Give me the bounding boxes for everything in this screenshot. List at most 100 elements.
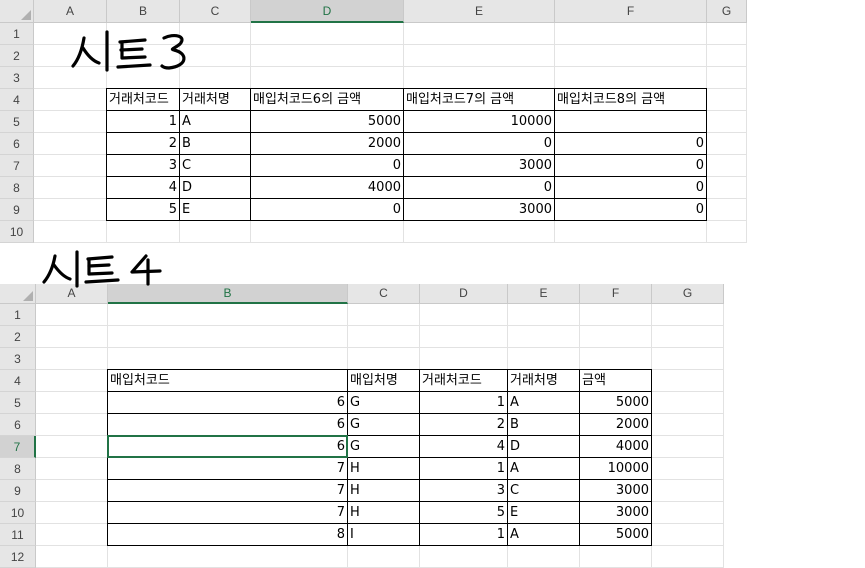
sheet3-row-header-5[interactable]: 5 bbox=[0, 111, 34, 133]
sheet4-header-cell[interactable]: 거래처코드 bbox=[419, 369, 508, 392]
sheet3-header-cell[interactable]: 매입처코드8의 금액 bbox=[554, 88, 707, 111]
sheet3-data-cell[interactable]: 5000 bbox=[250, 110, 404, 133]
sheet3-col-header-a[interactable]: A bbox=[34, 0, 107, 23]
sheet3-header-cell[interactable]: 매입처코드6의 금액 bbox=[250, 88, 404, 111]
sheet4-data-cell[interactable]: H bbox=[347, 457, 420, 480]
sheet4-data-cell[interactable]: 5000 bbox=[579, 523, 652, 546]
sheet4-gridcell[interactable] bbox=[508, 546, 580, 568]
sheet4-gridcell[interactable] bbox=[652, 502, 724, 524]
sheet4-gridcell[interactable] bbox=[36, 524, 108, 546]
sheet4-gridcell[interactable] bbox=[508, 304, 580, 326]
sheet3-data-cell[interactable]: 0 bbox=[554, 198, 707, 221]
sheet3-gridcell[interactable] bbox=[707, 177, 747, 199]
sheet4-row-header-7[interactable]: 7 bbox=[0, 436, 36, 458]
sheet4-gridcell[interactable] bbox=[420, 326, 508, 348]
sheet3-data-cell[interactable]: 3000 bbox=[403, 154, 555, 177]
sheet4-gridcell[interactable] bbox=[348, 304, 420, 326]
sheet3-data-cell[interactable]: 0 bbox=[250, 154, 404, 177]
sheet4-header-cell[interactable]: 매입처코드 bbox=[107, 369, 348, 392]
sheet4-data-cell[interactable]: 6 bbox=[107, 413, 348, 436]
sheet4-data-cell[interactable]: 1 bbox=[419, 391, 508, 414]
sheet3-data-cell[interactable]: B bbox=[179, 132, 251, 155]
sheet3-row-header-9[interactable]: 9 bbox=[0, 199, 34, 221]
sheet3-col-header-e[interactable]: E bbox=[404, 0, 555, 23]
sheet3-gridcell[interactable] bbox=[180, 221, 251, 243]
sheet4-col-header-e[interactable]: E bbox=[508, 284, 580, 304]
sheet4-data-cell[interactable]: D bbox=[507, 435, 580, 458]
sheet4-header-cell[interactable]: 매입처명 bbox=[347, 369, 420, 392]
sheet4-gridcell[interactable] bbox=[580, 304, 652, 326]
sheet4-row-header-11[interactable]: 11 bbox=[0, 524, 36, 546]
sheet3-header-cell[interactable]: 거래처명 bbox=[179, 88, 251, 111]
sheet3-gridcell[interactable] bbox=[404, 67, 555, 89]
sheet4-data-cell[interactable]: C bbox=[507, 479, 580, 502]
sheet3-gridcell[interactable] bbox=[707, 221, 747, 243]
sheet3-gridcell[interactable] bbox=[34, 177, 107, 199]
sheet4-gridcell[interactable] bbox=[652, 326, 724, 348]
sheet3-gridcell[interactable] bbox=[34, 221, 107, 243]
sheet3-gridcell[interactable] bbox=[707, 45, 747, 67]
sheet3-gridcell[interactable] bbox=[404, 23, 555, 45]
sheet4-data-cell[interactable]: G bbox=[347, 413, 420, 436]
sheet4-selected-cell[interactable]: 6 bbox=[107, 435, 348, 458]
sheet4-gridcell[interactable] bbox=[652, 348, 724, 370]
sheet3-gridcell[interactable] bbox=[707, 133, 747, 155]
sheet4-gridcell[interactable] bbox=[652, 458, 724, 480]
sheet4-gridcell[interactable] bbox=[36, 546, 108, 568]
sheet4-gridcell[interactable] bbox=[652, 370, 724, 392]
sheet4-gridcell[interactable] bbox=[108, 326, 348, 348]
sheet3-data-cell[interactable]: A bbox=[179, 110, 251, 133]
sheet3-data-cell[interactable]: 2 bbox=[106, 132, 180, 155]
sheet4-data-cell[interactable]: 7 bbox=[107, 479, 348, 502]
sheet3-row-header-7[interactable]: 7 bbox=[0, 155, 34, 177]
sheet4-gridcell[interactable] bbox=[420, 348, 508, 370]
sheet3-gridcell[interactable] bbox=[555, 45, 707, 67]
sheet3-row-header-8[interactable]: 8 bbox=[0, 177, 34, 199]
sheet4-gridcell[interactable] bbox=[36, 436, 108, 458]
sheet4-data-cell[interactable]: A bbox=[507, 523, 580, 546]
sheet4-data-cell[interactable]: 6 bbox=[107, 391, 348, 414]
sheet3-header-cell[interactable]: 매입처코드7의 금액 bbox=[403, 88, 555, 111]
sheet4-select-all-corner[interactable] bbox=[0, 284, 36, 304]
sheet4-gridcell[interactable] bbox=[652, 546, 724, 568]
sheet4-gridcell[interactable] bbox=[652, 480, 724, 502]
sheet4-row-header-9[interactable]: 9 bbox=[0, 480, 36, 502]
sheet4-data-cell[interactable]: E bbox=[507, 501, 580, 524]
sheet3-gridcell[interactable] bbox=[251, 221, 404, 243]
sheet4-gridcell[interactable] bbox=[420, 304, 508, 326]
sheet3-header-cell[interactable]: 거래처코드 bbox=[106, 88, 180, 111]
sheet3-col-header-g[interactable]: G bbox=[707, 0, 747, 23]
sheet4-data-cell[interactable]: 7 bbox=[107, 501, 348, 524]
sheet4-gridcell[interactable] bbox=[652, 436, 724, 458]
sheet4-row-header-1[interactable]: 1 bbox=[0, 304, 36, 326]
sheet4-data-cell[interactable]: 3000 bbox=[579, 501, 652, 524]
sheet4-data-cell[interactable]: 3 bbox=[419, 479, 508, 502]
sheet3-gridcell[interactable] bbox=[34, 155, 107, 177]
sheet3-data-cell[interactable]: 0 bbox=[554, 132, 707, 155]
sheet4-data-cell[interactable]: 5 bbox=[419, 501, 508, 524]
sheet4-data-cell[interactable]: G bbox=[347, 391, 420, 414]
sheet3-gridcell[interactable] bbox=[707, 23, 747, 45]
sheet4-data-cell[interactable]: 10000 bbox=[579, 457, 652, 480]
sheet3-data-cell[interactable]: 2000 bbox=[250, 132, 404, 155]
sheet3-gridcell[interactable] bbox=[707, 155, 747, 177]
sheet3-gridcell[interactable] bbox=[555, 67, 707, 89]
sheet3-gridcell[interactable] bbox=[107, 221, 180, 243]
sheet4-gridcell[interactable] bbox=[652, 392, 724, 414]
sheet3-data-cell[interactable]: 0 bbox=[554, 176, 707, 199]
sheet4-row-header-12[interactable]: 12 bbox=[0, 546, 36, 568]
sheet3-gridcell[interactable] bbox=[34, 133, 107, 155]
sheet4-data-cell[interactable]: B bbox=[507, 413, 580, 436]
sheet3-data-cell[interactable]: 3 bbox=[106, 154, 180, 177]
sheet3-row-header-2[interactable]: 2 bbox=[0, 45, 34, 67]
sheet3-row-header-6[interactable]: 6 bbox=[0, 133, 34, 155]
sheet3-gridcell[interactable] bbox=[34, 89, 107, 111]
sheet4-gridcell[interactable] bbox=[108, 546, 348, 568]
sheet4-gridcell[interactable] bbox=[36, 458, 108, 480]
sheet3-data-cell[interactable]: 4 bbox=[106, 176, 180, 199]
sheet4-gridcell[interactable] bbox=[36, 480, 108, 502]
sheet4-row-header-5[interactable]: 5 bbox=[0, 392, 36, 414]
sheet4-gridcell[interactable] bbox=[108, 348, 348, 370]
sheet4-data-cell[interactable]: 1 bbox=[419, 523, 508, 546]
sheet4-gridcell[interactable] bbox=[36, 304, 108, 326]
